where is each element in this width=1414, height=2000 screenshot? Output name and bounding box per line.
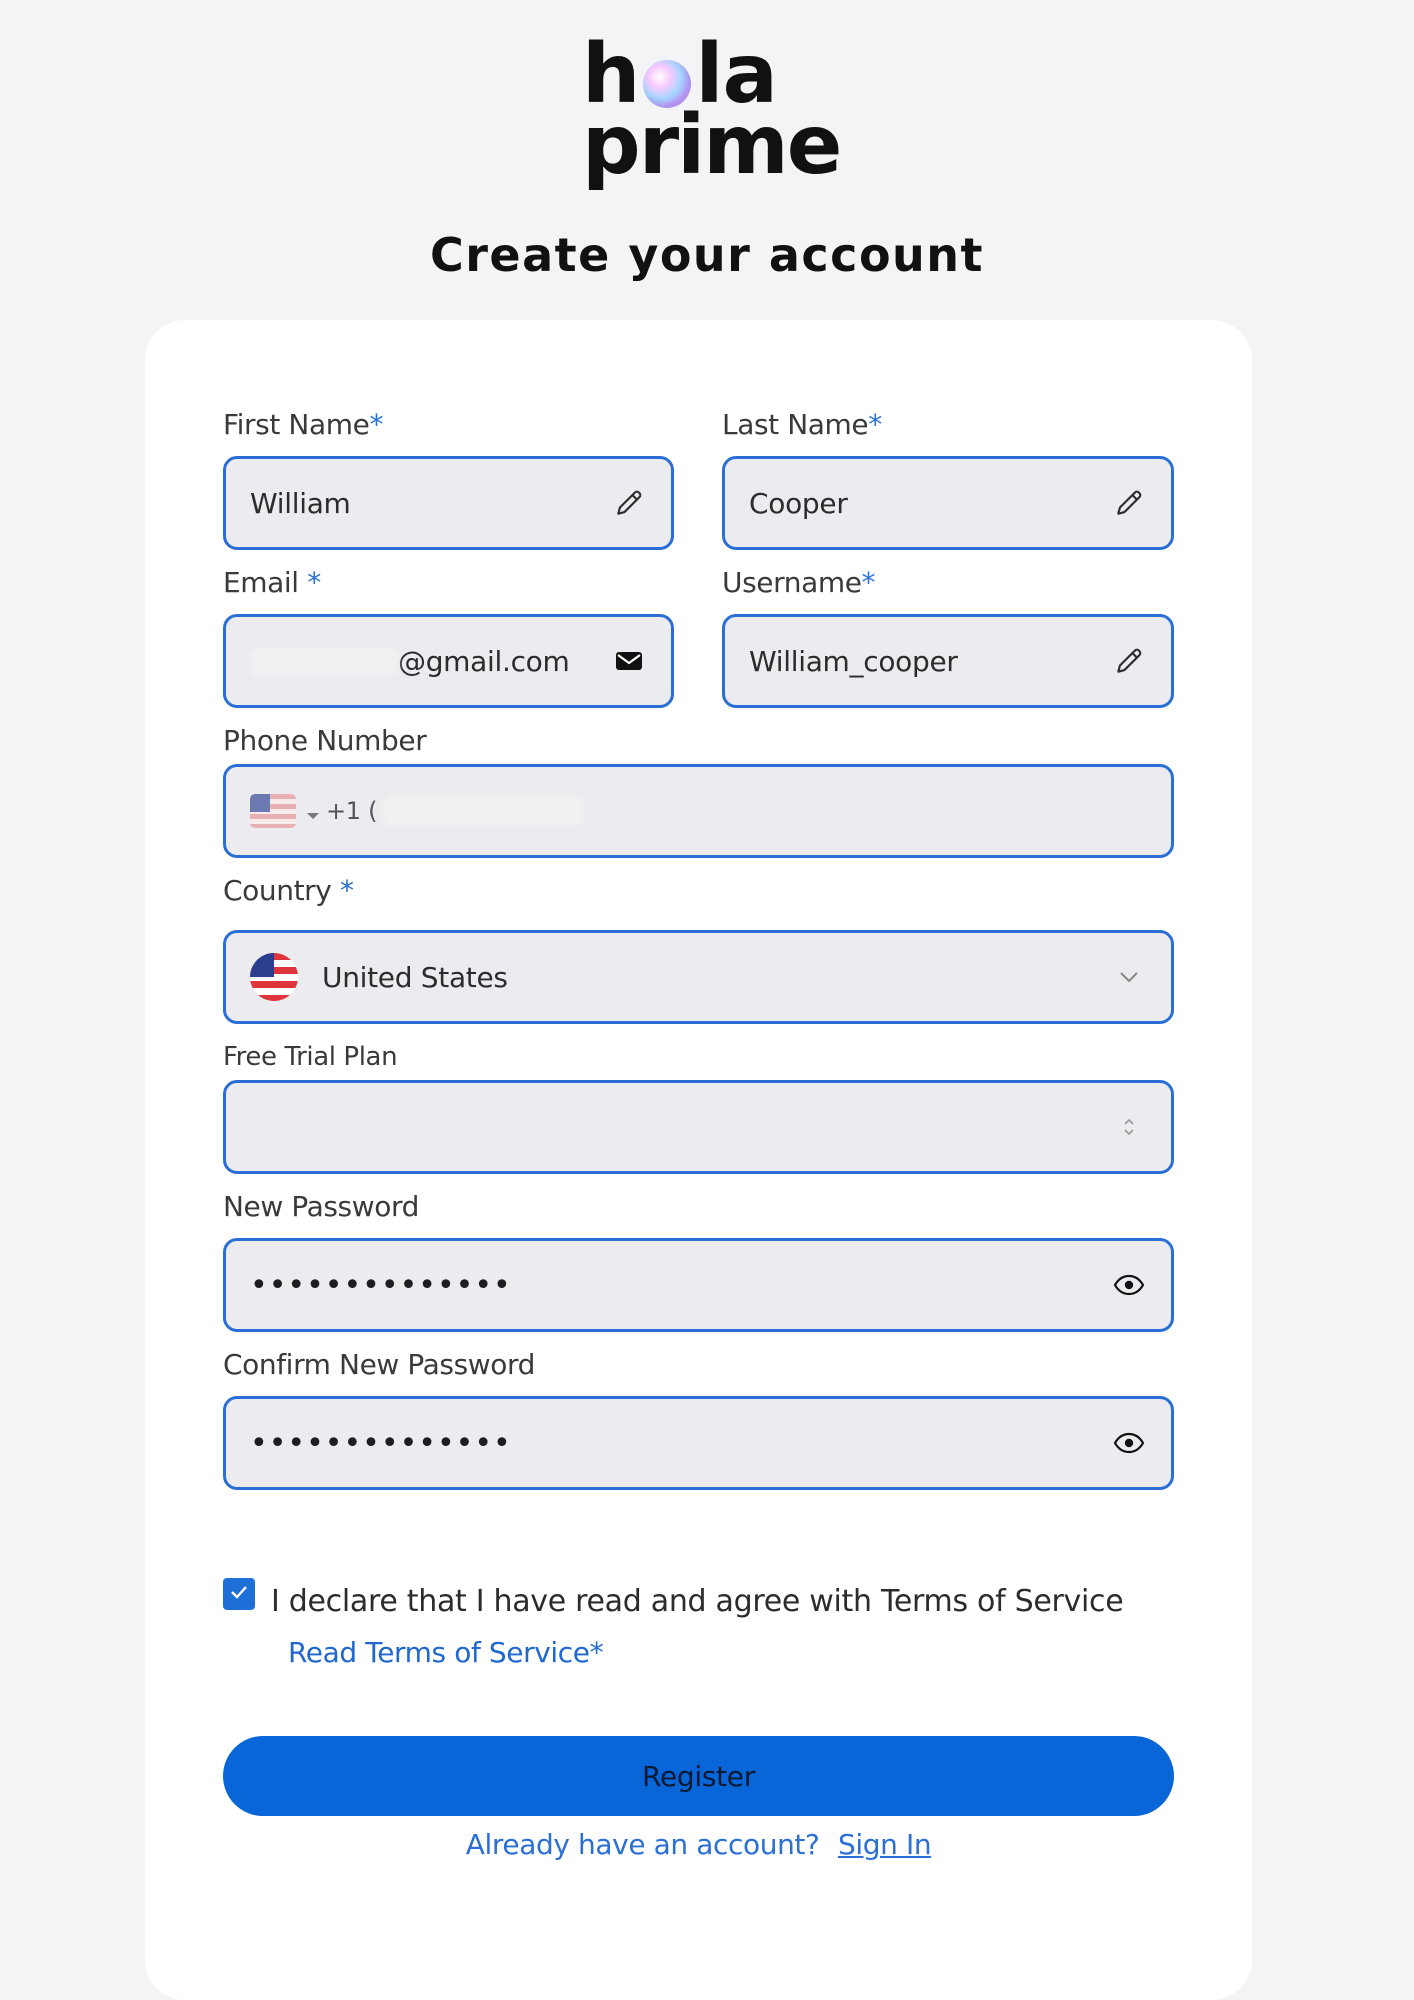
hola-prime-logo: h la prime [570,34,860,194]
last-name-label: Last Name* [722,408,882,441]
terms-text: I declare that I have read and agree wit… [271,1584,1124,1619]
country-label: Country * [223,874,354,907]
sort-arrows-icon[interactable] [1111,1109,1147,1145]
register-page: h la prime Create your account First Nam… [0,0,1414,2000]
username-value[interactable]: William_cooper [749,645,1111,678]
first-name-field[interactable]: William [223,456,674,550]
new-password-label: New Password [223,1190,419,1223]
required-marker: * [868,408,882,441]
logo-text-prime: prime [582,98,842,193]
signin-prompt: Already have an account? [465,1828,820,1861]
phone-label: Phone Number [223,724,427,757]
trial-plan-select[interactable] [223,1080,1174,1174]
country-select[interactable]: United States [223,930,1174,1024]
trial-plan-label: Free Trial Plan [223,1042,398,1072]
required-marker: * [369,408,384,441]
username-field[interactable]: William_cooper [722,614,1174,708]
new-password-field[interactable]: •••••••••••••• [223,1238,1174,1332]
dial-code: +1 ( [326,797,378,825]
first-name-label: First Name* [223,408,384,441]
username-label: Username* [722,566,876,599]
confirm-password-value[interactable]: •••••••••••••• [250,1426,1111,1461]
chevron-down-icon[interactable] [1111,959,1147,995]
terms-checkbox[interactable] [223,1578,255,1610]
country-code-dropdown-icon[interactable] [306,795,320,828]
first-name-value[interactable]: William [250,487,611,520]
sign-in-link[interactable]: Sign In [838,1828,932,1861]
required-marker: * [307,566,321,599]
email-value[interactable]: @gmail.com [250,645,611,678]
last-name-value[interactable]: Cooper [749,487,1111,520]
eye-icon[interactable] [1111,1267,1147,1303]
pencil-icon [1111,643,1147,679]
signin-row: Already have an account? Sign In [145,1828,1252,1861]
page-title: Create your account [429,228,985,282]
pencil-icon [1111,485,1147,521]
redacted-text [250,647,398,678]
last-name-field[interactable]: Cooper [722,456,1174,550]
required-marker: * [339,874,354,907]
register-card: First Name* William Last Name* Cooper Em… [145,320,1252,2000]
email-label: Email * [223,566,321,599]
confirm-password-field[interactable]: •••••••••••••• [223,1396,1174,1490]
envelope-icon [611,643,647,679]
us-flag-circle-icon [250,953,298,1001]
country-value[interactable]: United States [322,961,1111,994]
phone-field[interactable]: +1 ( [223,764,1174,858]
new-password-value[interactable]: •••••••••••••• [250,1268,1111,1303]
redacted-text [383,796,584,826]
confirm-password-label: Confirm New Password [223,1348,536,1381]
checkmark-icon [229,1584,249,1604]
pencil-icon [611,485,647,521]
email-field[interactable]: @gmail.com [223,614,674,708]
required-marker: * [861,566,876,599]
register-button[interactable]: Register [223,1736,1174,1816]
us-flag-icon[interactable] [250,794,296,828]
read-terms-link[interactable]: Read Terms of Service* [288,1636,604,1669]
eye-icon[interactable] [1111,1425,1147,1461]
